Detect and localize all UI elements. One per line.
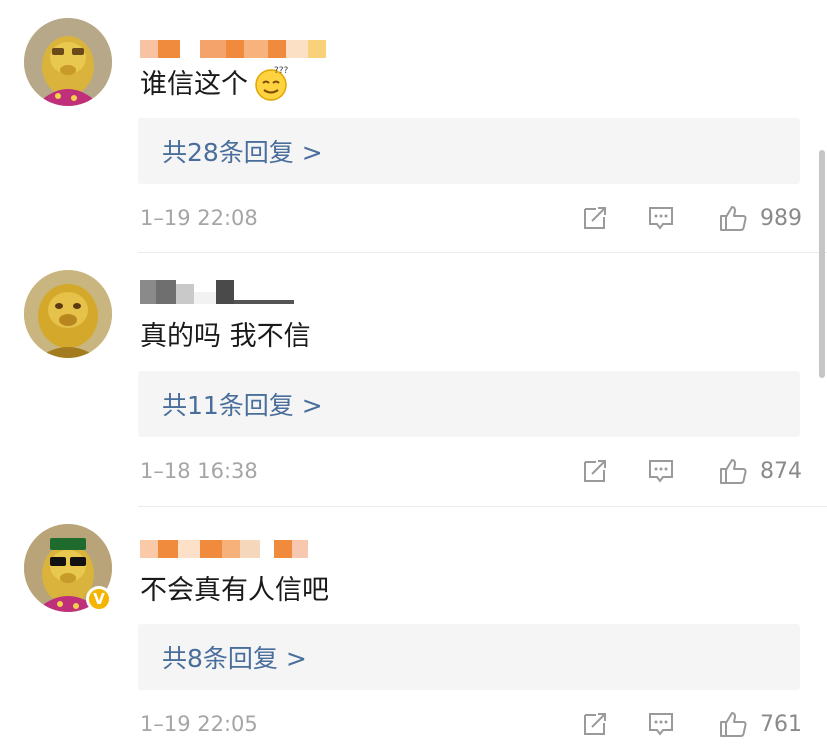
divider — [138, 252, 827, 253]
comment-text-content: 真的吗 我不信 — [140, 321, 311, 352]
comment-text: 谁信这个 ??? — [140, 66, 290, 104]
comment-icon[interactable] — [646, 456, 676, 486]
replies-count-link[interactable]: 共28条回复 > — [162, 133, 323, 169]
view-replies-button[interactable]: 共8条回复 > — [138, 624, 800, 690]
comment-icon[interactable] — [646, 709, 676, 739]
comment-text: 真的吗 我不信 — [140, 320, 311, 354]
comment-actions: 989 — [580, 203, 802, 233]
avatar[interactable] — [24, 270, 112, 358]
comment-actions: 761 — [580, 709, 802, 739]
monkey-avatar-image — [24, 270, 112, 358]
share-icon[interactable] — [580, 203, 610, 233]
monkey-avatar-image — [24, 18, 112, 106]
thinking-smile-emoji-icon: ??? — [252, 64, 290, 102]
like-count: 761 — [760, 711, 802, 737]
replies-count-link[interactable]: 共8条回复 > — [162, 639, 307, 675]
comment-text-content: 谁信这个 — [140, 69, 248, 100]
thumbs-up-icon[interactable] — [718, 456, 748, 486]
share-icon[interactable] — [580, 456, 610, 486]
comment-text-content: 不会真有人信吧 — [140, 575, 329, 606]
comment-actions: 874 — [580, 456, 802, 486]
username-blurred[interactable] — [140, 536, 308, 558]
replies-count-link[interactable]: 共11条回复 > — [162, 386, 323, 422]
comment-icon[interactable] — [646, 203, 676, 233]
comment-meta: 1–19 22:08 989 — [140, 203, 802, 233]
share-icon[interactable] — [580, 709, 610, 739]
like-count: 874 — [760, 458, 802, 484]
svg-text:???: ??? — [274, 66, 289, 76]
thumbs-up-icon[interactable] — [718, 203, 748, 233]
view-replies-button[interactable]: 共28条回复 > — [138, 118, 800, 184]
avatar[interactable] — [24, 18, 112, 106]
view-replies-button[interactable]: 共11条回复 > — [138, 371, 800, 437]
verified-badge-icon: V — [86, 586, 112, 612]
thumbs-up-icon[interactable] — [718, 709, 748, 739]
username-blurred[interactable] — [140, 280, 294, 304]
comment-meta: 1–19 22:05 761 — [140, 709, 802, 739]
divider — [138, 506, 827, 507]
username-blurred[interactable] — [140, 36, 326, 58]
comment-text: 不会真有人信吧 — [140, 574, 329, 608]
timestamp: 1–18 16:38 — [140, 459, 258, 483]
timestamp: 1–19 22:08 — [140, 206, 258, 230]
timestamp: 1–19 22:05 — [140, 712, 258, 736]
comment-meta: 1–18 16:38 874 — [140, 456, 802, 486]
like-count: 989 — [760, 205, 802, 231]
scrollbar[interactable] — [819, 150, 825, 378]
